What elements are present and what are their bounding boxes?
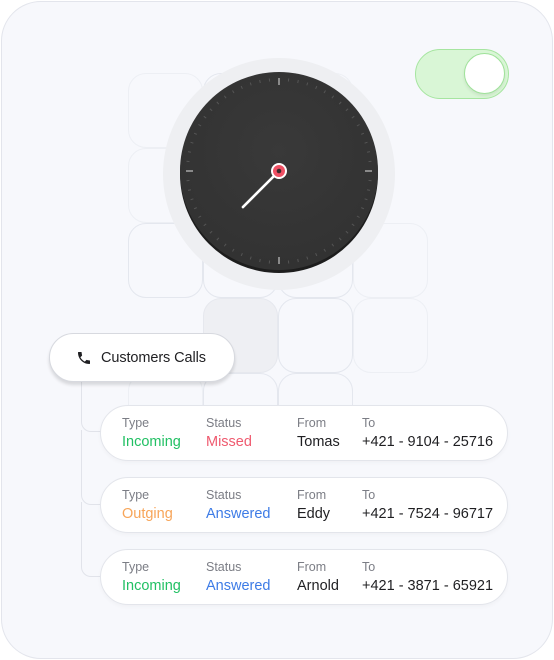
customers-calls-label: Customers Calls (101, 349, 206, 366)
status-label: Status (206, 416, 242, 430)
clock-tick (297, 258, 299, 263)
call-to: +421 - 3871 - 65921 (362, 578, 494, 594)
call-to: +421 - 7524 - 96717 (362, 506, 494, 522)
clock-tick (187, 151, 192, 153)
call-to: +421 - 9104 - 25716 (362, 434, 494, 450)
to-label: To (362, 416, 376, 430)
tree-connector (81, 430, 101, 505)
call-widget-card: Customers Calls Type Incoming Status Misse… (1, 1, 553, 659)
type-label: Type (122, 416, 150, 430)
call-from: Tomas (297, 434, 340, 450)
tree-connector (81, 382, 101, 432)
type-label: Type (122, 488, 150, 502)
from-label: From (297, 488, 327, 502)
from-label: From (297, 560, 327, 574)
clock-center-pin (276, 168, 282, 174)
to-label: To (362, 560, 376, 574)
clock-tick (259, 258, 261, 263)
clock-tick (297, 79, 299, 84)
call-row[interactable]: Type Incoming Status Missed From Tomas To +4… (100, 405, 508, 461)
toggle-knob[interactable] (464, 53, 505, 94)
call-from: Arnold (297, 578, 339, 594)
clock-icon (180, 72, 378, 273)
clock-tick (366, 151, 371, 153)
clock-tick (366, 189, 371, 191)
call-from: Eddy (297, 506, 331, 522)
phone-icon (78, 351, 90, 364)
clock-tick (259, 79, 261, 84)
call-row[interactable]: Type Outging Status Answered From Eddy To +4… (100, 477, 508, 533)
clock-tick (187, 189, 192, 191)
tree-connector (81, 502, 101, 577)
call-status: Answered (206, 578, 271, 594)
call-type: Outging (122, 506, 173, 522)
bg-tile (278, 298, 353, 373)
status-label: Status (206, 488, 242, 502)
bg-tile (353, 298, 428, 373)
call-status: Answered (206, 506, 271, 522)
to-label: To (362, 488, 376, 502)
type-label: Type (122, 560, 150, 574)
call-row[interactable]: Type Incoming Status Answered From Arnold T… (100, 549, 508, 605)
call-status: Missed (206, 434, 252, 450)
call-type: Incoming (122, 434, 181, 450)
customers-calls-button[interactable]: Customers Calls (49, 333, 235, 382)
from-label: From (297, 416, 327, 430)
call-type: Incoming (122, 578, 181, 594)
toggle-switch[interactable] (415, 49, 509, 99)
status-label: Status (206, 560, 242, 574)
